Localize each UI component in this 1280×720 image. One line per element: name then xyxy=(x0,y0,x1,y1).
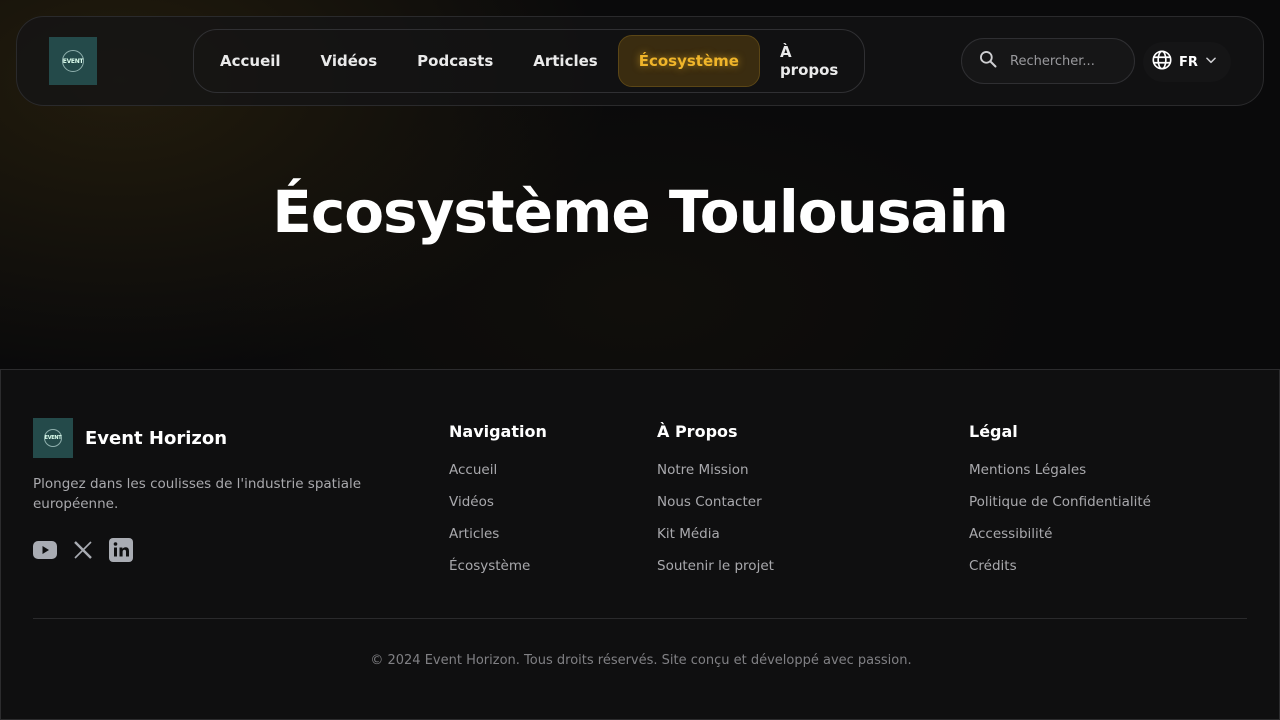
footer-link-contact[interactable]: Nous Contacter xyxy=(657,493,774,525)
footer-brand[interactable]: EVENT Event Horizon xyxy=(33,418,227,458)
footer-col-navigation: Navigation Accueil Vidéos Articles Écosy… xyxy=(449,422,547,589)
search-icon xyxy=(978,49,998,73)
search-box[interactable] xyxy=(961,38,1135,84)
footer-link-accueil[interactable]: Accueil xyxy=(449,461,547,493)
language-selector[interactable]: FR xyxy=(1143,42,1231,82)
search-input[interactable] xyxy=(1010,53,1120,69)
footer-link-mission[interactable]: Notre Mission xyxy=(657,461,774,493)
language-code: FR xyxy=(1179,54,1198,70)
main-nav: Accueil Vidéos Podcasts Articles Écosyst… xyxy=(193,29,865,93)
site-footer: EVENT Event Horizon Plongez dans les cou… xyxy=(0,369,1280,720)
site-logo[interactable]: EVENT xyxy=(49,37,97,85)
linkedin-icon[interactable] xyxy=(109,538,133,562)
footer-brand-name: Event Horizon xyxy=(85,427,228,449)
footer-link-credits[interactable]: Crédits xyxy=(969,557,1151,589)
logo-mark: EVENT xyxy=(62,50,84,72)
footer-link-mentions[interactable]: Mentions Légales xyxy=(969,461,1151,493)
footer-col-title: Navigation xyxy=(449,422,547,441)
footer-link-videos[interactable]: Vidéos xyxy=(449,493,547,525)
footer-link-articles[interactable]: Articles xyxy=(449,525,547,557)
youtube-icon[interactable] xyxy=(33,541,57,559)
x-icon[interactable] xyxy=(73,541,93,559)
footer-col-a-propos: À Propos Notre Mission Nous Contacter Ki… xyxy=(657,422,774,589)
footer-divider xyxy=(33,618,1247,619)
footer-tagline: Plongez dans les coulisses de l'industri… xyxy=(33,476,362,512)
footer-link-ecosysteme[interactable]: Écosystème xyxy=(449,557,547,589)
nav-item-accueil[interactable]: Accueil xyxy=(200,35,301,87)
footer-logo: EVENT xyxy=(33,418,73,458)
footer-col-legal: Légal Mentions Légales Politique de Conf… xyxy=(969,422,1151,589)
nav-item-ecosysteme[interactable]: Écosystème xyxy=(617,35,760,87)
footer-link-kit-media[interactable]: Kit Média xyxy=(657,525,774,557)
site-header: EVENT Accueil Vidéos Podcasts Articles É… xyxy=(16,16,1264,106)
copyright-text: © 2024 Event Horizon. Tous droits réserv… xyxy=(370,653,912,668)
page-title: Écosystème Toulousain xyxy=(272,178,1009,246)
footer-logo-mark: EVENT xyxy=(44,429,62,447)
nav-item-articles[interactable]: Articles xyxy=(513,35,617,87)
footer-col-title: Légal xyxy=(969,422,1018,441)
social-links xyxy=(33,538,133,562)
footer-link-soutenir[interactable]: Soutenir le projet xyxy=(657,557,774,589)
footer-link-confidentialite[interactable]: Politique de Confidentialité xyxy=(969,493,1151,525)
chevron-down-icon xyxy=(1204,53,1218,71)
footer-link-accessibilite[interactable]: Accessibilité xyxy=(969,525,1151,557)
nav-item-videos[interactable]: Vidéos xyxy=(301,35,398,87)
globe-icon xyxy=(1151,49,1173,75)
nav-item-a-propos[interactable]: À propos xyxy=(760,35,858,87)
footer-col-title: À Propos xyxy=(657,422,738,441)
nav-item-podcasts[interactable]: Podcasts xyxy=(397,35,513,87)
